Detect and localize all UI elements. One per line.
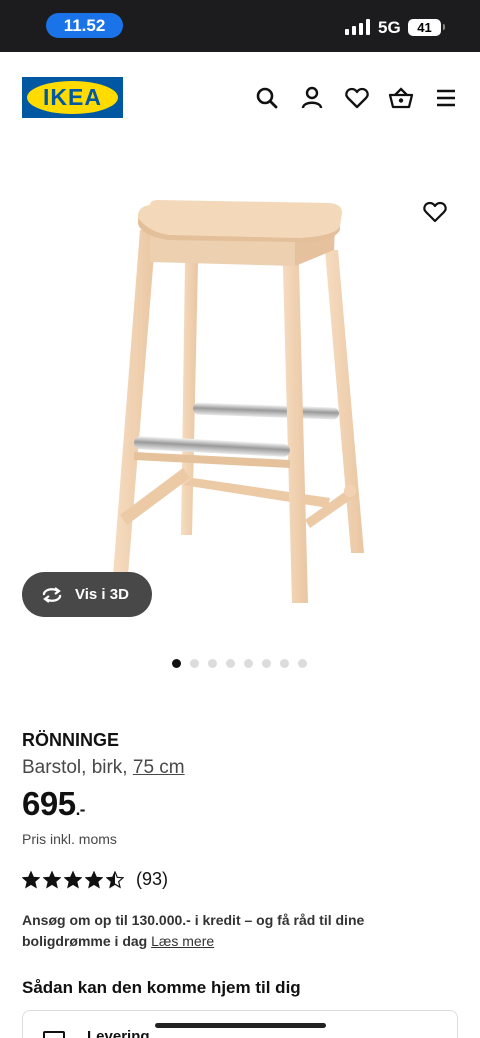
gallery-dot[interactable] — [190, 659, 199, 668]
gallery-dot[interactable] — [280, 659, 289, 668]
gallery-dot[interactable] — [226, 659, 235, 668]
star-icon — [106, 870, 124, 888]
view-3d-label: Vis i 3D — [75, 586, 129, 603]
star-icon — [85, 870, 103, 888]
gallery-dot[interactable] — [172, 659, 181, 668]
gallery-dot[interactable] — [208, 659, 217, 668]
signal-icon — [345, 19, 371, 35]
home-indicator — [155, 1023, 326, 1028]
product-rating[interactable]: (93) — [22, 869, 168, 890]
rating-stars — [22, 870, 127, 889]
price-value: 695 — [22, 785, 76, 822]
search-icon[interactable] — [254, 85, 280, 111]
site-header: IKEA — [0, 52, 480, 144]
menu-icon[interactable] — [433, 85, 459, 111]
product-name: RÖNNINGE — [22, 730, 120, 750]
battery-icon: 41 — [408, 19, 445, 36]
product-size-link[interactable]: 75 cm — [133, 757, 185, 778]
product-type: Barstol, birk, — [22, 757, 128, 778]
network-label: 5G — [378, 18, 401, 37]
logo-text: IKEA — [43, 84, 102, 110]
status-time: 11.52 — [46, 13, 123, 38]
view-3d-button[interactable]: Vis i 3D — [22, 572, 152, 617]
gallery-dot[interactable] — [298, 659, 307, 668]
save-to-wishlist-icon[interactable] — [422, 199, 448, 225]
star-icon — [43, 870, 61, 888]
product-description: Barstol, birk, 75 cm — [22, 757, 185, 779]
rotate-3d-icon — [42, 586, 62, 603]
delivery-option-label: Levering — [87, 1028, 150, 1038]
price-suffix: .- — [75, 800, 86, 819]
credit-offer: Ansøg om op til 130.000.- i kredit – og … — [22, 910, 452, 952]
ikea-logo[interactable]: IKEA — [22, 77, 123, 118]
gallery-dot[interactable] — [262, 659, 271, 668]
price-note: Pris inkl. moms — [22, 831, 117, 847]
account-icon[interactable] — [299, 85, 325, 111]
status-bar: 11.52 5G 41 — [0, 0, 480, 52]
gallery-pagination — [172, 659, 307, 668]
product-price: 695.- — [22, 785, 85, 823]
read-more-link[interactable]: Læs mere — [151, 933, 214, 949]
delivery-heading: Sådan kan den komme hjem til dig — [22, 978, 301, 997]
heart-icon[interactable] — [344, 85, 370, 111]
truck-icon — [43, 1031, 65, 1038]
review-count: (93) — [136, 869, 169, 889]
star-icon — [22, 870, 40, 888]
gallery-dot[interactable] — [244, 659, 253, 668]
basket-icon[interactable] — [388, 85, 414, 111]
battery-level: 41 — [417, 20, 432, 35]
star-icon — [64, 870, 82, 888]
